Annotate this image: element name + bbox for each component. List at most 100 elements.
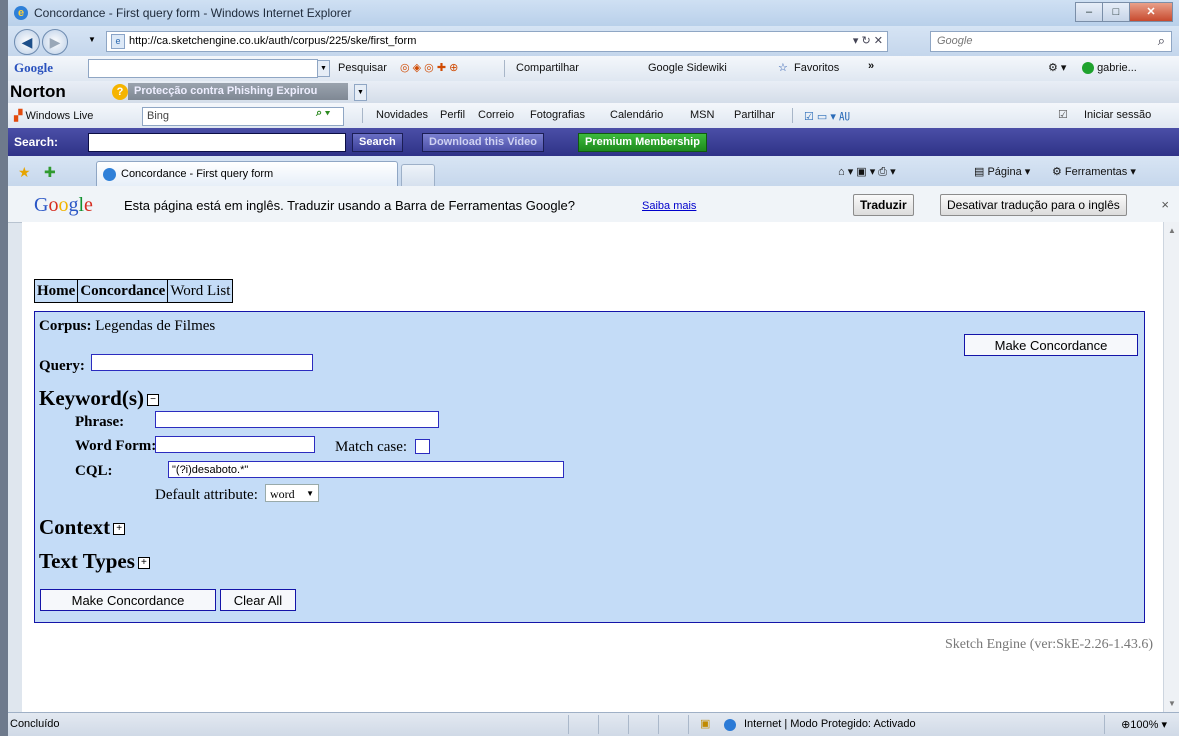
corpus-value: Legendas de Filmes [95,318,216,334]
command-bar-icons[interactable]: ⌂ ▾ ▣ ▾ ⎙ ▾ [838,165,896,179]
video-search-input[interactable] [88,133,346,152]
ie-logo-icon: e [14,6,28,20]
corpus-line: Corpus: Legendas de Filmes [39,318,216,334]
page-menu-button[interactable]: ▤ Página ▾ [974,165,1030,178]
live-link-correio[interactable]: Correio [478,109,514,121]
ske-menu: Home Concordance Word List [34,279,234,303]
premium-membership-button[interactable]: Premium Membership [578,133,707,152]
address-bar-row: ◀ ▶ ▼ e http://ca.sketchengine.co.uk/aut… [8,26,1179,56]
query-input[interactable] [91,354,313,371]
menu-concordance[interactable]: Concordance [77,279,169,303]
translate-bar: Google Esta página está em inglês. Tradu… [8,186,1179,223]
video-search-label: Search: [14,135,59,149]
favorites-star-icon[interactable]: ★ [18,164,31,181]
expand-icon: + [137,557,150,570]
word-form-input[interactable] [155,436,315,453]
new-tab-button[interactable] [401,164,435,187]
text-types-heading[interactable]: Text Types + [39,549,150,574]
google-search-button[interactable]: Pesquisar [338,62,387,74]
make-concordance-button-bottom[interactable]: Make Concordance [40,589,216,611]
tab-concordance[interactable]: Concordance - First query form [96,161,398,187]
tab-page-icon [103,168,116,181]
google-toolbar: Google ▼ Pesquisar ◎ ◈ ◎ ✚ ⊕ Compartilha… [8,56,1179,82]
live-link-partilhar[interactable]: Partilhar [734,109,775,121]
vertical-scrollbar[interactable]: ▲ ▼ [1163,222,1179,712]
search-placeholder: Google [937,35,973,47]
back-button[interactable]: ◀ [14,29,40,55]
refresh-stop-icons[interactable]: ▾ ↻ ✕ [853,34,883,47]
toolbar-buttons-icons[interactable]: ◎ ◈ ◎ ✚ ⊕ [400,61,458,74]
protected-mode-icon[interactable]: ▣ [700,717,710,730]
live-link-perfil[interactable]: Perfil [440,109,465,121]
collapse-icon: − [146,394,159,407]
live-link-msn[interactable]: MSN [690,109,714,121]
phrase-input[interactable] [155,411,439,428]
question-icon[interactable]: ? [112,84,128,100]
title-bar: e Concordance - First query form - Windo… [8,0,1179,26]
favorites-button[interactable]: Favoritos [794,62,839,74]
keywords-heading[interactable]: Keyword(s) − [39,386,159,411]
status-bar: Concluído ▣ Internet | Modo Protegido: A… [8,712,1179,736]
bing-search-input[interactable]: Bing [142,107,344,126]
word-form-label: Word Form: [75,438,157,454]
sidewiki-button[interactable]: Google Sidewiki [648,62,727,74]
cql-label: CQL: [75,463,113,479]
video-toolbar: Search: Search Download this Video Premi… [8,128,1179,157]
query-form-panel: Corpus: Legendas de Filmes Make Concorda… [34,311,1145,623]
scroll-down-icon[interactable]: ▼ [1168,699,1176,708]
security-zone-text[interactable]: Internet | Modo Protegido: Activado [744,718,916,730]
norton-status-bar[interactable]: Protecção contra Phishing Expirou [128,83,348,100]
live-link-calendario[interactable]: Calendário [610,109,663,121]
google-search-dropdown-icon[interactable]: ▼ [317,60,330,77]
history-dropdown-icon[interactable]: ▼ [88,35,96,44]
norton-toolbar: Norton ? Protecção contra Phishing Expir… [8,81,1179,104]
version-text: Sketch Engine (ver:SkE-2.26-1.43.6) [944,637,1153,652]
translate-message: Esta página está em inglês. Traduzir usa… [124,198,575,213]
wrench-icon[interactable]: ⚙ ▾ [1048,61,1066,74]
scroll-up-icon[interactable]: ▲ [1168,226,1176,235]
cql-input[interactable]: "(?i)desaboto.*" [168,461,564,478]
close-button[interactable]: ✕ [1129,2,1173,22]
menu-word-list[interactable]: Word List [167,279,234,303]
signin-link[interactable]: Iniciar sessão [1084,109,1151,121]
translate-close-icon[interactable]: × [1161,197,1169,212]
menu-home[interactable]: Home [34,279,79,303]
google-toolbar-logo: Google [14,60,53,75]
window-title: Concordance - First query form - Windows… [34,6,352,20]
address-field[interactable]: e http://ca.sketchengine.co.uk/auth/corp… [106,31,888,52]
globe-icon [724,717,736,731]
browser-window: e Concordance - First query form - Windo… [8,0,1179,736]
page-icon: e [111,34,125,49]
translate-button[interactable]: Traduzir [853,194,914,216]
make-concordance-button-top[interactable]: Make Concordance [964,334,1138,356]
norton-dropdown-icon[interactable]: ▼ [354,84,367,101]
default-attribute-label: Default attribute: [155,487,258,503]
toolbar-more-button[interactable]: » [868,60,874,72]
default-attribute-select[interactable]: word ▼ [265,484,319,502]
clear-all-button[interactable]: Clear All [220,589,296,611]
google-toolbar-search-input[interactable] [88,59,318,78]
bing-search-icon[interactable]: ⌕ ▾ [316,107,330,120]
minimize-button[interactable]: – [1075,2,1103,22]
tools-menu-button[interactable]: ⚙ Ferramentas ▾ [1052,165,1136,178]
search-icon[interactable]: ⌕ [1158,33,1165,49]
add-favorite-icon[interactable]: ✚ [44,164,56,181]
star-icon: ☆ [778,62,788,74]
match-case-checkbox[interactable] [415,439,430,454]
user-account-button[interactable]: gabrie... [1082,62,1137,75]
download-video-button[interactable]: Download this Video [422,133,544,152]
browser-search-field[interactable]: Google ⌕ [930,31,1172,52]
video-search-button[interactable]: Search [352,133,403,152]
tab-row: ★ ✚ Concordance - First query form ⌂ ▾ ▣… [8,156,1179,187]
live-link-fotografias[interactable]: Fotografias [530,109,585,121]
disable-translation-button[interactable]: Desativar tradução para o inglês [940,194,1127,216]
expand-icon: + [113,523,126,536]
live-tools-icons[interactable]: ☑ ▭ ▾ ㍳ [804,108,850,124]
learn-more-link[interactable]: Saiba mais [642,200,696,212]
zoom-control[interactable]: ⊕100% ▾ [1121,718,1167,731]
forward-button[interactable]: ▶ [42,29,68,55]
share-button[interactable]: Compartilhar [516,62,579,74]
live-link-novidades[interactable]: Novidades [376,109,428,121]
maximize-button[interactable]: □ [1102,2,1130,22]
context-heading[interactable]: Context + [39,515,126,540]
